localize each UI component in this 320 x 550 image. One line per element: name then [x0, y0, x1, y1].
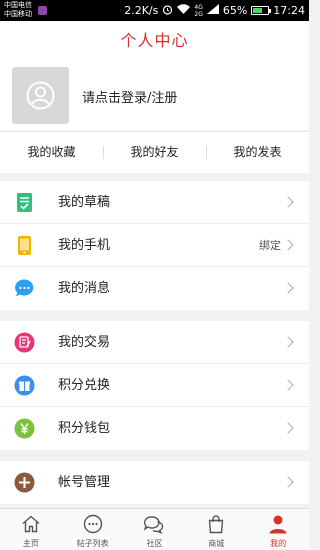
nav-community[interactable]: 社区 — [124, 509, 186, 550]
gift-icon — [14, 375, 35, 396]
battery-icon — [251, 6, 272, 15]
nav-label: 商城 — [208, 539, 225, 548]
menu-item-trades[interactable]: 我的交易 — [0, 321, 309, 364]
nav-profile[interactable]: 我的 — [247, 509, 309, 550]
user-icon — [26, 81, 55, 110]
menu-group-2: 我的交易 积分兑换 积分钱包 — [0, 321, 309, 450]
wifi-icon — [177, 4, 191, 17]
phone-icon — [18, 236, 31, 255]
trade-icon — [14, 332, 35, 353]
battery-percent: 65% — [222, 4, 248, 17]
message-icon — [15, 279, 34, 297]
nav-label: 帖子列表 — [76, 539, 109, 548]
menu-item-phone[interactable]: 我的手机 绑定 — [0, 224, 309, 267]
menu-item-drafts[interactable]: 我的草稿 — [0, 181, 309, 224]
nav-post-list[interactable]: 帖子列表 — [62, 509, 124, 550]
signal-icon — [206, 4, 219, 17]
nav-shop[interactable]: 商城 — [185, 509, 247, 550]
nav-label: 主页 — [22, 539, 39, 548]
chevron-right-icon — [282, 239, 294, 251]
notification-app-icon — [38, 6, 47, 15]
shop-icon — [209, 515, 224, 534]
community-icon — [144, 516, 164, 534]
tab-my-posts[interactable]: 我的发表 — [206, 132, 309, 173]
home-icon — [22, 515, 40, 533]
carrier-1: 中国电信 — [4, 1, 32, 9]
tab-favorites[interactable]: 我的收藏 — [0, 132, 103, 173]
nav-label: 社区 — [146, 539, 163, 548]
menu-item-label: 我的消息 — [58, 281, 111, 296]
carrier-2: 中国移动 — [4, 10, 32, 18]
tab-friends[interactable]: 我的好友 — [103, 132, 206, 173]
bottom-nav: 主页 帖子列表 社区 商城 我的 — [0, 508, 309, 550]
alarm-icon — [162, 4, 173, 18]
draft-icon — [17, 193, 32, 212]
wallet-icon — [14, 418, 35, 439]
login-register-link[interactable]: 请点击登录/注册 — [82, 87, 177, 106]
network-4g: 4G — [194, 3, 203, 11]
chevron-right-icon — [282, 336, 294, 348]
menu-item-points-exchange[interactable]: 积分兑换 — [0, 364, 309, 407]
menu-item-label: 积分钱包 — [58, 421, 111, 436]
network-2g: 2G — [194, 10, 203, 18]
chevron-right-icon — [282, 476, 294, 488]
clock: 17:24 — [273, 4, 305, 17]
page-title: 个人中心 — [120, 31, 189, 50]
nav-label: 我的 — [270, 539, 287, 548]
menu-item-points-wallet[interactable]: 积分钱包 — [0, 407, 309, 450]
menu-group-3: 帐号管理 — [0, 461, 309, 504]
login-panel[interactable]: 请点击登录/注册 — [0, 60, 309, 130]
menu-item-label: 我的交易 — [58, 335, 111, 350]
page-header: 个人中心 — [0, 21, 309, 60]
menu-item-label: 我的草稿 — [58, 195, 111, 210]
account-add-icon — [14, 472, 35, 493]
quick-tabs: 我的收藏 我的好友 我的发表 — [0, 131, 309, 173]
post-list-icon — [83, 514, 102, 534]
chevron-right-icon — [282, 196, 294, 208]
network-speed: 2.2K/s — [124, 4, 159, 17]
chevron-right-icon — [282, 422, 294, 434]
chevron-right-icon — [282, 282, 294, 294]
menu-item-label: 积分兑换 — [58, 378, 111, 393]
menu-item-messages[interactable]: 我的消息 — [0, 267, 309, 310]
menu-item-label: 帐号管理 — [58, 475, 111, 490]
chevron-right-icon — [282, 379, 294, 391]
network-type: 4G 2G — [194, 4, 202, 18]
menu-group-1: 我的草稿 我的手机 绑定 我的消息 — [0, 181, 309, 310]
bind-status: 绑定 — [259, 239, 281, 252]
battery-fill — [253, 8, 263, 13]
avatar[interactable] — [12, 67, 69, 124]
menu-item-account-management[interactable]: 帐号管理 — [0, 461, 309, 504]
status-bar: 中国电信 中国移动 2.2K/s 4G 2G 65% 17:24 — [0, 0, 309, 21]
nav-home[interactable]: 主页 — [0, 509, 62, 550]
menu-item-label: 我的手机 — [58, 238, 111, 253]
carrier-info: 中国电信 中国移动 — [4, 1, 32, 19]
profile-icon — [269, 515, 287, 534]
